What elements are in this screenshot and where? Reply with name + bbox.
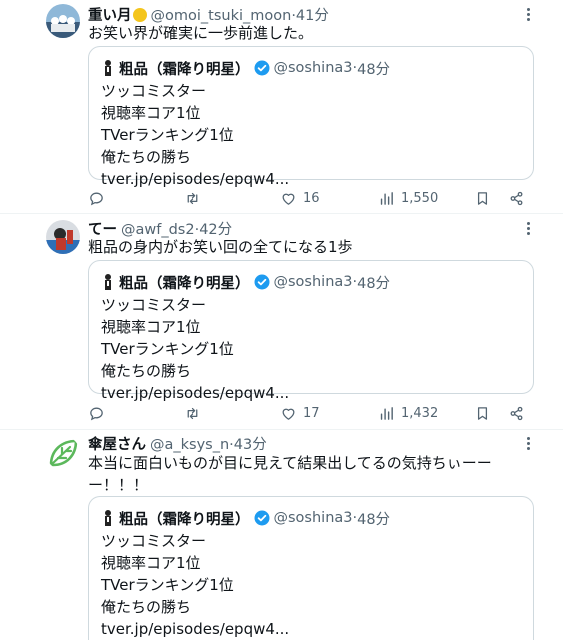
tweet-1[interactable]: 重い月 @omoi_tsuki_moon·41分 お笑い界が確実に一歩前進した。 … xyxy=(0,0,563,214)
avatar[interactable] xyxy=(46,220,80,254)
share-icon xyxy=(510,406,523,420)
like-icon xyxy=(282,193,295,205)
like-icon xyxy=(282,408,295,420)
retweet-button[interactable] xyxy=(184,188,201,208)
quote-body: ツッコミスター 視聴率コア1位 TVerランキング1位 俺たちの勝ち tver.… xyxy=(101,530,521,640)
quote-tweet[interactable]: 粗品（霜降り明星） @soshina3 · 48分 ツッコミスター 視聴率コア1位 … xyxy=(88,46,534,188)
quote-line: 俺たちの勝ち xyxy=(101,362,192,380)
share-button[interactable] xyxy=(508,188,525,208)
quote-link[interactable]: tver.jp/episodes/epqw4... xyxy=(101,168,521,190)
bookmark-icon xyxy=(477,191,488,205)
tweet-body: 粗品の身内がお笑い回の全てになる1歩 xyxy=(88,236,508,258)
quote-avatar[interactable] xyxy=(101,509,115,527)
more-icon[interactable] xyxy=(519,434,537,452)
retweet-button[interactable] xyxy=(184,403,201,423)
quote-tweet[interactable]: 粗品（霜降り明星） @soshina3 · 48分 ツッコミスター 視聴率コア1位 … xyxy=(88,496,534,640)
quote-avatar[interactable] xyxy=(101,59,115,77)
moon-emoji-icon xyxy=(132,8,147,22)
tweet-3[interactable]: 傘屋さん @a_ksys_n·43分 本当に面白いものが目に見えて結果出してるの気… xyxy=(0,430,563,640)
quote-handle[interactable]: @soshina3 xyxy=(274,274,353,290)
quote-header: 粗品（霜降り明星） @soshina3 · 48分 xyxy=(101,507,521,529)
tweet-body-line: 粗品の身内がお笑い回の全てになる1歩 xyxy=(88,238,353,256)
action-bar: 16 1,550 xyxy=(88,188,534,208)
quote-line: 視聴率コア1位 xyxy=(101,318,201,336)
more-icon[interactable] xyxy=(519,219,537,237)
reply-icon xyxy=(90,407,103,420)
view-count: 1,432 xyxy=(401,405,439,421)
like-button[interactable]: 16 xyxy=(280,188,320,208)
verified-badge-icon xyxy=(254,60,269,76)
avatar[interactable] xyxy=(46,4,80,38)
quote-line: TVerランキング1位 xyxy=(101,340,234,358)
timestamp[interactable]: 43分 xyxy=(234,437,267,453)
verified-badge-icon xyxy=(254,510,269,526)
quote-display-name[interactable]: 粗品（霜降り明星） xyxy=(119,508,250,529)
share-button[interactable] xyxy=(508,403,525,423)
views-icon xyxy=(380,191,393,205)
reply-icon xyxy=(90,192,103,205)
action-bar: 17 1,432 xyxy=(88,403,534,423)
tweet-body: お笑い界が確実に一歩前進した。 xyxy=(88,22,508,44)
quote-link[interactable]: tver.jp/episodes/epqw4... xyxy=(101,618,521,640)
quote-link[interactable]: tver.jp/episodes/epqw4... xyxy=(101,382,521,404)
retweet-icon xyxy=(187,192,198,204)
display-name[interactable]: 傘屋さん xyxy=(88,437,146,453)
quote-timestamp[interactable]: 48分 xyxy=(357,508,390,529)
quote-header: 粗品（霜降り明星） @soshina3 · 48分 xyxy=(101,271,521,293)
quote-timestamp[interactable]: 48分 xyxy=(357,58,390,79)
quote-handle[interactable]: @soshina3 xyxy=(274,510,353,526)
quote-display-name[interactable]: 粗品（霜降り明星） xyxy=(119,58,250,79)
avatar[interactable] xyxy=(46,436,80,470)
quote-line: TVerランキング1位 xyxy=(101,126,234,144)
quote-line: ツッコミスター xyxy=(101,82,207,100)
quote-line: 視聴率コア1位 xyxy=(101,104,201,122)
like-button[interactable]: 17 xyxy=(280,403,320,423)
tweet-body-line: ー！！！ xyxy=(88,476,149,494)
verified-badge-icon xyxy=(254,274,269,290)
tweet-body-line: 本当に面白いものが目に見えて結果出してるの気持ちぃーー xyxy=(88,454,492,472)
tweet-body-line: お笑い界が確実に一歩前進した。 xyxy=(88,24,314,42)
like-count: 16 xyxy=(303,190,320,206)
quote-handle[interactable]: @soshina3 xyxy=(274,60,353,76)
bookmark-button[interactable] xyxy=(474,188,491,208)
quote-header: 粗品（霜降り明星） @soshina3 · 48分 xyxy=(101,57,521,79)
views-button[interactable]: 1,432 xyxy=(378,403,438,423)
bookmark-button[interactable] xyxy=(474,403,491,423)
quote-line: 視聴率コア1位 xyxy=(101,554,201,572)
share-icon xyxy=(510,191,523,205)
views-button[interactable]: 1,550 xyxy=(378,188,438,208)
tweet-body: 本当に面白いものが目に見えて結果出してるの気持ちぃーー ー！！！ xyxy=(88,452,518,496)
tweet-2[interactable]: てー @awf_ds2·42分 粗品の身内がお笑い回の全てになる1歩 粗品（霜降り… xyxy=(0,214,563,430)
quote-line: 俺たちの勝ち xyxy=(101,148,192,166)
quote-body: ツッコミスター 視聴率コア1位 TVerランキング1位 俺たちの勝ち tver.… xyxy=(101,80,521,190)
more-icon[interactable] xyxy=(519,5,537,23)
quote-avatar[interactable] xyxy=(101,273,115,291)
handle[interactable]: @a_ksys_n xyxy=(150,437,229,453)
quote-display-name[interactable]: 粗品（霜降り明星） xyxy=(119,272,250,293)
view-count: 1,550 xyxy=(401,190,439,206)
quote-line: ツッコミスター xyxy=(101,296,207,314)
retweet-icon xyxy=(187,407,198,419)
bookmark-icon xyxy=(477,406,488,420)
like-count: 17 xyxy=(303,405,320,421)
tweet-header: 傘屋さん @a_ksys_n·43分 xyxy=(88,433,267,454)
quote-timestamp[interactable]: 48分 xyxy=(357,272,390,293)
quote-line: 俺たちの勝ち xyxy=(101,598,192,616)
reply-button[interactable] xyxy=(88,188,105,208)
views-icon xyxy=(380,406,393,420)
quote-line: TVerランキング1位 xyxy=(101,576,234,594)
quote-body: ツッコミスター 視聴率コア1位 TVerランキング1位 俺たちの勝ち tver.… xyxy=(101,294,521,404)
reply-button[interactable] xyxy=(88,403,105,423)
quote-line: ツッコミスター xyxy=(101,532,207,550)
quote-tweet[interactable]: 粗品（霜降り明星） @soshina3 · 48分 ツッコミスター 視聴率コア1位 … xyxy=(88,260,534,402)
